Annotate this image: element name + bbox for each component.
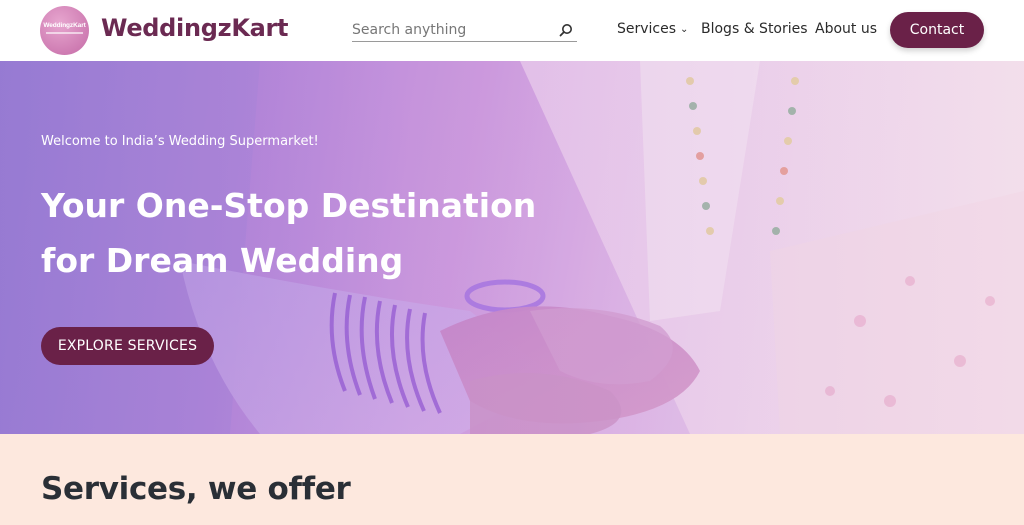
chevron-down-icon: ⌄ <box>680 24 689 35</box>
search-input[interactable] <box>352 20 552 40</box>
brand-name[interactable]: WeddingzKart <box>101 14 289 42</box>
search-icon[interactable] <box>559 23 573 37</box>
logo-text: WeddingzKart <box>43 22 86 29</box>
explore-services-button[interactable]: EXPLORE SERVICES <box>41 327 214 365</box>
nav-blogs-stories[interactable]: Blogs & Stories <box>701 21 808 37</box>
nav-services[interactable]: Services ⌄ <box>617 21 688 37</box>
site-header: WeddingzKart WeddingzKart Services⌄ Blog… <box>0 0 1024 61</box>
hero-title: Your One-Stop Destination for Dream Wedd… <box>41 178 561 288</box>
hero-title-line-2: for Dream Wedding <box>41 241 404 280</box>
hero-welcome-text: Welcome to India’s Wedding Supermarket! <box>41 134 319 149</box>
contact-button[interactable]: Contact <box>890 12 984 48</box>
logo-underline <box>46 32 83 34</box>
search-bar <box>352 20 577 42</box>
logo[interactable]: WeddingzKart <box>40 6 89 55</box>
services-heading: Services, we offer <box>41 471 351 507</box>
nav-services-label: Services <box>617 21 677 37</box>
hero-title-line-1: Your One-Stop Destination <box>41 186 537 225</box>
hero-banner: Welcome to India’s Wedding Supermarket! … <box>0 61 1024 434</box>
nav-about-us[interactable]: About us <box>815 21 877 37</box>
